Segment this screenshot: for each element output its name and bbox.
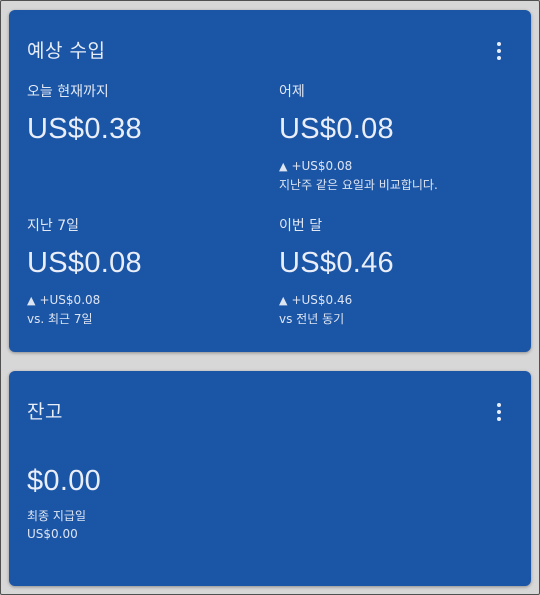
metric-yesterday-label: 어제 [279,84,305,100]
metric-last-7-days-change-row: ▲ +US$0.08 [27,291,267,310]
triangle-up-icon: ▲ [279,160,288,173]
last-payment: 최종 지급일 US$0.00 [27,507,86,543]
metric-today-value: US$0.38 [27,113,142,145]
balance-card: 잔고 $0.00 최종 지급일 US$0.00 [9,371,531,586]
metric-last-7-days: 지난 7일 US$0.08 ▲ +US$0.08 vs. 최근 7일 [27,216,267,328]
earnings-more-options-icon[interactable] [489,40,509,62]
estimated-earnings-card: 예상 수입 오늘 현재까지 US$0.38 어제 US$0.08 ▲ +US$0.… [9,10,531,352]
metric-yesterday-value: US$0.08 [279,113,394,145]
metric-this-month-value: US$0.46 [279,247,394,279]
metric-yesterday-change-row: ▲ +US$0.08 [279,157,519,176]
metric-yesterday-change: +US$0.08 [291,159,353,173]
metric-yesterday-note: 지난주 같은 요일과 비교합니다. [279,178,438,192]
metric-last-7-days-change: +US$0.08 [39,293,101,307]
last-payment-label: 최종 지급일 [27,509,87,523]
metric-today-label: 오늘 현재까지 [27,84,109,100]
metric-this-month-change: +US$0.46 [291,293,353,307]
balance-value: $0.00 [27,465,102,497]
metric-yesterday: 어제 US$0.08 ▲ +US$0.08 지난주 같은 요일과 비교합니다. [279,82,519,194]
metric-today: 오늘 현재까지 US$0.38 [27,82,267,146]
metric-this-month: 이번 달 US$0.46 ▲ +US$0.46 vs 전년 동기 [279,216,519,328]
metric-this-month-change-row: ▲ +US$0.46 [279,291,519,310]
triangle-up-icon: ▲ [27,294,36,307]
balance-more-options-icon[interactable] [489,401,509,423]
triangle-up-icon: ▲ [279,294,288,307]
earnings-card-title: 예상 수입 [27,40,106,62]
metric-this-month-note: vs 전년 동기 [279,312,345,326]
metric-last-7-days-note: vs. 최근 7일 [27,312,93,326]
last-payment-value: US$0.00 [27,527,78,541]
balance-card-title: 잔고 [27,401,63,423]
metric-last-7-days-value: US$0.08 [27,247,142,279]
metric-last-7-days-label: 지난 7일 [27,218,79,234]
metric-this-month-label: 이번 달 [279,218,323,234]
